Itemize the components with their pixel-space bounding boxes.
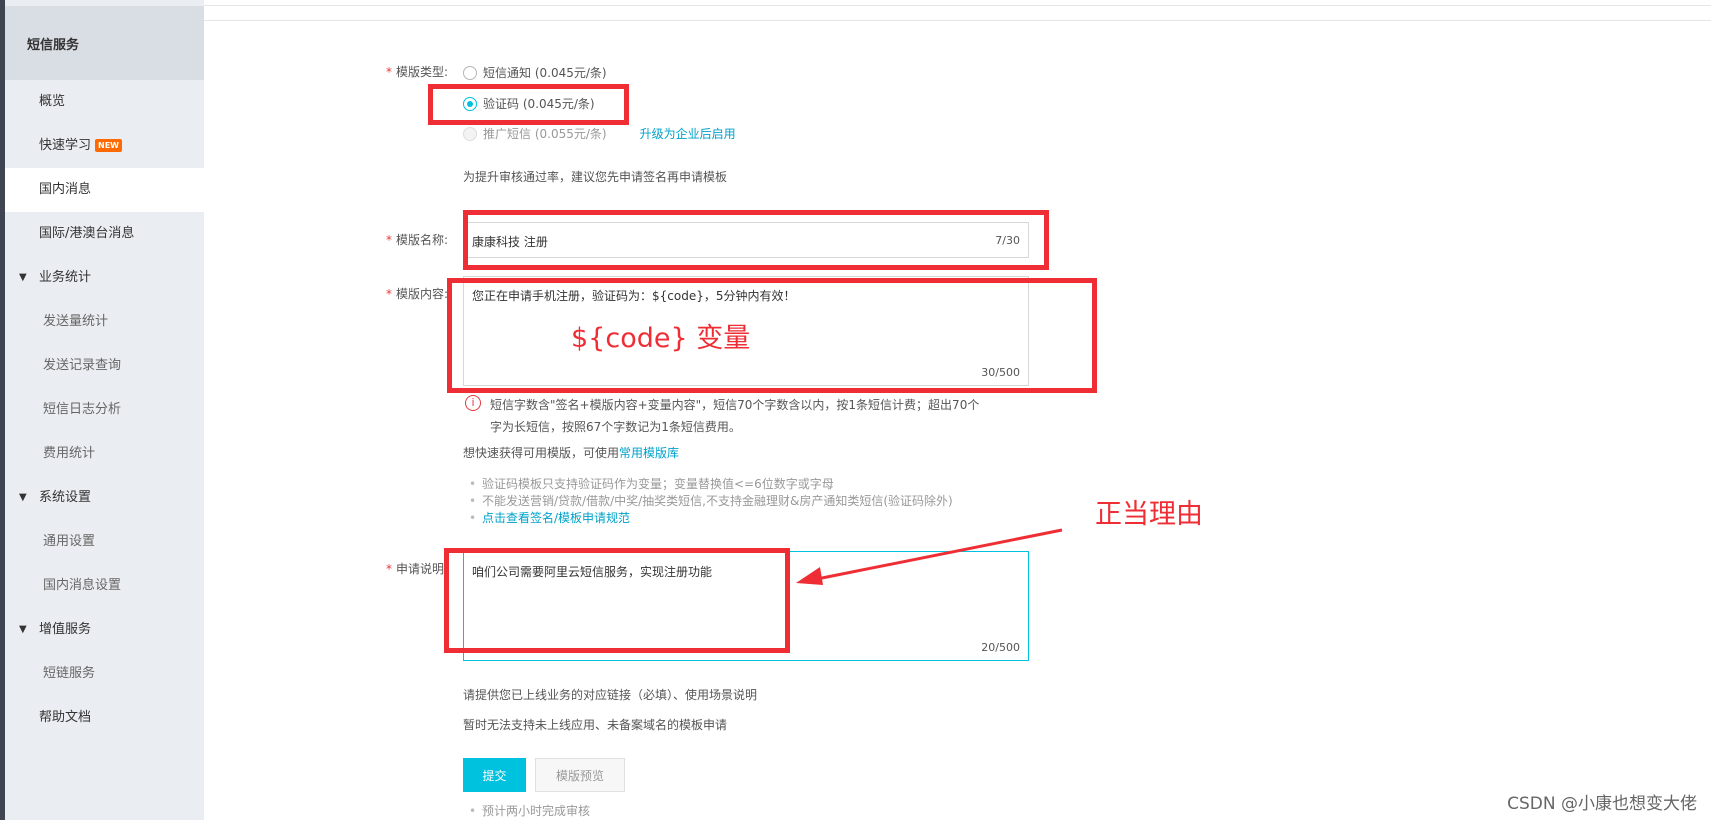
caret-down-icon: ▼ [19, 492, 27, 503]
sms-length-warning-line1: 短信字数含"签名+模版内容+变量内容"，短信70个字数含以内，按1条短信计费；超… [490, 398, 980, 412]
sms-length-warning-line2: 字为长短信，按照67个字数记为1条短信费用。 [490, 420, 741, 434]
radio-disabled-icon [463, 126, 477, 141]
sidebar-header: 短信服务 [5, 6, 204, 80]
template-rules-list: 验证码模板只支持验证码作为变量；变量替换值<=6位数字或字母 不能发送营销/贷款… [463, 476, 953, 527]
sidebar-item-log-analysis[interactable]: 短信日志分析 [5, 388, 204, 432]
annotation-box-application-desc [444, 548, 790, 653]
sidebar-item-overview[interactable]: 概览 [5, 80, 204, 124]
upgrade-link[interactable]: 升级为企业后启用 [640, 125, 736, 142]
application-desc-hint1: 请提供您已上线业务的对应链接（必填）、使用场景说明 [463, 688, 758, 702]
template-library-link[interactable]: 常用模版库 [619, 446, 679, 460]
annotation-box-template-content [447, 278, 1097, 393]
sidebar-item-label: 概览 [39, 94, 66, 109]
info-warning-icon: i [465, 395, 481, 411]
sidebar-item-label: 费用统计 [43, 446, 96, 461]
sidebar-item-label: 短链服务 [43, 666, 96, 681]
radio-promotion: 推广短信 (0.055元/条) 升级为企业后启用 [463, 125, 736, 142]
radio-label: 推广短信 (0.055元/条) [483, 127, 607, 141]
template-library-hint: 想快速获得可用模版，可使用常用模版库 [463, 446, 680, 460]
sidebar-item-label: 业务统计 [39, 270, 92, 285]
sidebar-item-quick-learn[interactable]: 快速学习 NEW [5, 124, 204, 168]
sidebar-item-send-stats[interactable]: 发送量统计 [5, 300, 204, 344]
sidebar-group-statistics[interactable]: ▼ 业务统计 [5, 256, 204, 300]
application-desc-counter: 20/500 [981, 641, 1020, 654]
template-preview-button[interactable]: 模版预览 [535, 758, 625, 792]
sidebar-item-general-settings[interactable]: 通用设置 [5, 520, 204, 564]
sidebar-item-domestic-settings[interactable]: 国内消息设置 [5, 564, 204, 608]
annotation-reason-note: 正当理由 [1095, 499, 1203, 530]
submit-button[interactable]: 提交 [463, 758, 526, 792]
application-desc-hint2: 暂时无法支持未上线应用、未备案域名的模板申请 [463, 718, 728, 732]
radio-label: 短信通知 (0.045元/条) [483, 66, 607, 80]
radio-sms-notice[interactable]: 短信通知 (0.045元/条) [463, 64, 607, 81]
sidebar-item-label: 快速学习 [39, 138, 92, 153]
sidebar-title: 短信服务 [27, 38, 80, 53]
content-divider [204, 20, 1711, 21]
template-type-hint: 为提升审核通过率，建议您先申请签名再申请模板 [463, 170, 728, 184]
caret-down-icon: ▼ [19, 624, 27, 635]
sidebar-item-domestic[interactable]: 国内消息 [5, 168, 204, 212]
radio-icon[interactable] [463, 65, 477, 80]
application-desc-label: * 申请说明: [386, 562, 449, 576]
caret-down-icon: ▼ [19, 272, 27, 283]
sidebar-item-short-link[interactable]: 短链服务 [5, 652, 204, 696]
sidebar-item-label: 系统设置 [39, 490, 92, 505]
sidebar-item-send-records[interactable]: 发送记录查询 [5, 344, 204, 388]
sidebar-item-label: 增值服务 [39, 622, 92, 637]
sidebar-item-label: 国内消息设置 [43, 578, 122, 593]
sidebar-item-label: 通用设置 [43, 534, 96, 549]
rules-link[interactable]: 点击查看签名/模板申请规范 [482, 511, 630, 525]
annotation-box-verification [428, 84, 629, 125]
top-bar [0, 0, 1711, 6]
watermark: CSDN @小康也想变大佬 [1507, 794, 1697, 814]
rule-item: 不能发送营销/贷款/借款/中奖/抽奖类短信,不支持金融理财&房产通知类短信(验证… [463, 493, 953, 510]
sidebar-item-label: 国内消息 [39, 182, 92, 197]
sidebar-item-label: 发送量统计 [43, 314, 109, 329]
sidebar-item-label: 国际/港澳台消息 [39, 226, 135, 241]
sidebar-item-label: 帮助文档 [39, 710, 92, 725]
footer-note-list: 预计两小时完成审核 [463, 803, 590, 820]
rule-item: 验证码模板只支持验证码作为变量；变量替换值<=6位数字或字母 [463, 476, 953, 493]
sidebar-item-label: 发送记录查询 [43, 358, 122, 373]
sidebar: 短信服务 概览 快速学习 NEW 国内消息 国际/港澳台消息 ▼ 业务统计 发送量统… [0, 0, 204, 820]
annotation-box-template-name [463, 210, 1049, 270]
template-type-label: * 模版类型: [386, 65, 449, 79]
annotation-arrow-icon [796, 528, 1063, 585]
new-badge: NEW [95, 139, 122, 152]
footer-note: 预计两小时完成审核 [463, 803, 590, 820]
annotation-variable-note: ${code} 变量 [571, 323, 751, 354]
sidebar-item-help-docs[interactable]: 帮助文档 [5, 696, 204, 740]
template-content-label: * 模版内容: [386, 287, 449, 301]
sidebar-group-value-added[interactable]: ▼ 增值服务 [5, 608, 204, 652]
sidebar-item-cost-stats[interactable]: 费用统计 [5, 432, 204, 476]
sidebar-group-system[interactable]: ▼ 系统设置 [5, 476, 204, 520]
sidebar-item-international[interactable]: 国际/港澳台消息 [5, 212, 204, 256]
sidebar-item-label: 短信日志分析 [43, 402, 122, 417]
template-name-label: * 模版名称: [386, 233, 449, 247]
